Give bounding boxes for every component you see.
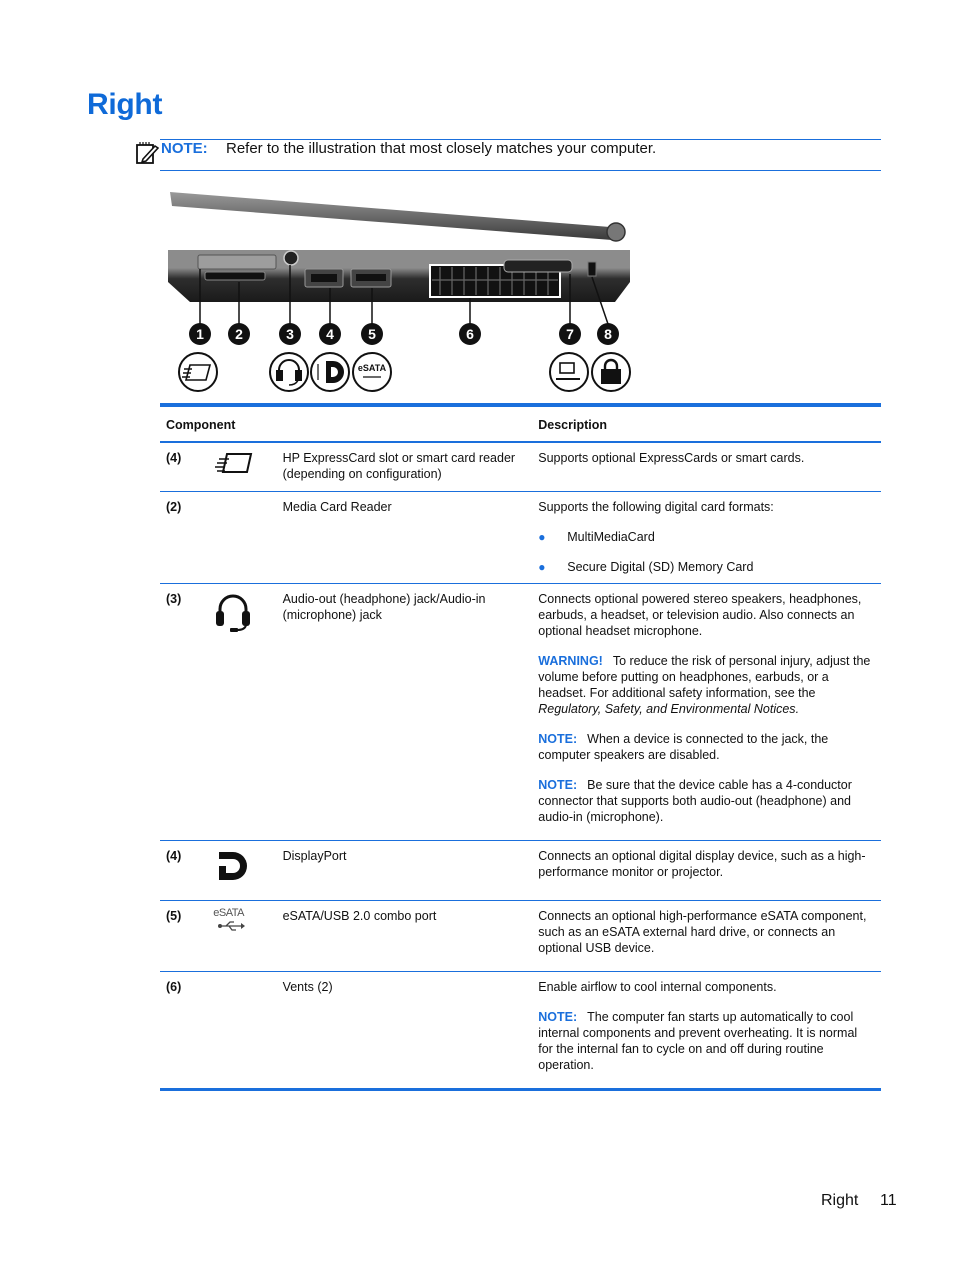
svg-text:3: 3 <box>286 326 294 342</box>
bullet-icon: ● <box>538 559 546 574</box>
table-row: (3) Audio-out (headphone) jack/Audio-in … <box>160 583 881 841</box>
component-name: eSATA/USB 2.0 combo port <box>276 900 533 972</box>
media-card-slot <box>204 271 266 281</box>
component-table: Component Description (4) HP ExpressCard… <box>160 403 881 1091</box>
component-name: Vents (2) <box>276 971 533 1091</box>
usb-icon <box>218 920 246 931</box>
list-item: ● MultiMediaCard <box>538 529 655 544</box>
callout-3: 3 <box>279 323 301 345</box>
callout-4: 4 <box>319 323 341 345</box>
component-name: Media Card Reader <box>276 491 533 584</box>
headset-icon <box>269 352 309 392</box>
row-number: (5) <box>160 900 208 972</box>
note-label: NOTE: <box>538 777 578 792</box>
regulatory-notices-reference: Regulatory, Safety, and Environmental No… <box>538 701 796 716</box>
note-label: NOTE: <box>538 1009 578 1024</box>
component-header: Component <box>160 403 533 443</box>
callout-8: 8 <box>597 323 619 345</box>
audio-jack <box>283 250 299 266</box>
laptop-lid <box>170 192 626 242</box>
note: NOTE: When a device is connected to the j… <box>538 731 829 762</box>
note-label: NOTE: <box>538 731 578 746</box>
page-title: Right <box>87 88 163 121</box>
component-name: DisplayPort <box>276 840 533 901</box>
displayport-icon <box>310 352 350 392</box>
component-name: HP ExpressCard slot or smart card reader… <box>276 442 533 492</box>
security-slot <box>587 261 597 277</box>
svg-text:6: 6 <box>466 326 474 342</box>
footer-page-number: 11 <box>880 1192 897 1209</box>
component-description: Connects an optional high-performance eS… <box>538 908 867 955</box>
card-format-list: ● MultiMediaCard ● Secure Digital (SD) Mem… <box>538 529 875 575</box>
component-description: Supports optional ExpressCards or smart … <box>538 451 805 465</box>
component-description: Supports the following digital card form… <box>538 499 774 514</box>
warning-label: WARNING! <box>538 653 603 668</box>
component-description: Connects an optional digital display dev… <box>538 848 866 879</box>
displayport-icon <box>219 851 248 880</box>
svg-text:5: 5 <box>368 326 376 342</box>
table-row: (5) eSATA eSATA/USB 2.0 combo port Conne… <box>160 900 881 972</box>
callout-1: 1 <box>189 323 211 345</box>
svg-text:2: 2 <box>235 326 243 342</box>
table-row: (2) Media Card Reader Supports the follo… <box>160 491 881 584</box>
svg-text:4: 4 <box>326 326 334 342</box>
expresscard-slot <box>197 254 277 270</box>
svg-text:1: 1 <box>196 326 204 342</box>
callout-5: 5 <box>361 323 383 345</box>
headset-icon <box>216 594 251 632</box>
component-description: Connects optional powered stereo speaker… <box>538 591 862 638</box>
bullet-icon: ● <box>538 529 546 544</box>
esata-usb-icon: eSATA <box>352 352 392 392</box>
row-number: (4) <box>160 840 208 901</box>
svg-text:eSATA: eSATA <box>358 363 387 373</box>
warning-note: WARNING! To reduce the risk of personal i… <box>538 653 871 716</box>
docking-connector-icon <box>549 352 589 392</box>
callout-6: 6 <box>459 323 481 345</box>
expresscard-icon <box>178 352 218 392</box>
note-pencil-icon <box>136 142 159 164</box>
esata-usb-icon: eSATA <box>213 907 253 932</box>
row-number: (6) <box>160 971 208 1091</box>
security-lock-icon <box>591 352 631 392</box>
table-row: (4) HP ExpressCard slot or smart card re… <box>160 442 881 492</box>
note: NOTE: Be sure that the device cable has a… <box>538 777 852 824</box>
component-description: Enable airflow to cool internal componen… <box>538 979 777 994</box>
table-row: (6) Vents (2) Enable airflow to cool int… <box>160 971 881 1091</box>
note-text: Refer to the illustration that most clos… <box>226 140 657 157</box>
row-number: (4) <box>160 442 208 492</box>
svg-text:8: 8 <box>604 326 612 342</box>
footer-section-name: Right <box>821 1192 859 1209</box>
note: NOTE: The computer fan starts up automati… <box>538 1009 858 1072</box>
row-number: (3) <box>160 583 208 841</box>
docking-connector <box>503 259 573 273</box>
note-label: NOTE: <box>161 140 208 157</box>
laptop-right-side-illustration: 1 2 3 4 5 6 7 8 eSATA <box>168 192 631 392</box>
list-item: ● Secure Digital (SD) Memory Card <box>538 559 754 574</box>
table-header-row: Component Description <box>160 403 881 443</box>
table-row: (4) DisplayPort Connects an optional dig… <box>160 840 881 901</box>
callout-7: 7 <box>559 323 581 345</box>
expresscard-icon <box>215 453 253 473</box>
row-number: (2) <box>160 491 208 584</box>
component-name: Audio-out (headphone) jack/Audio-in (mic… <box>276 583 533 841</box>
svg-text:7: 7 <box>566 326 574 342</box>
callout-2: 2 <box>228 323 250 345</box>
description-header: Description <box>532 403 881 443</box>
